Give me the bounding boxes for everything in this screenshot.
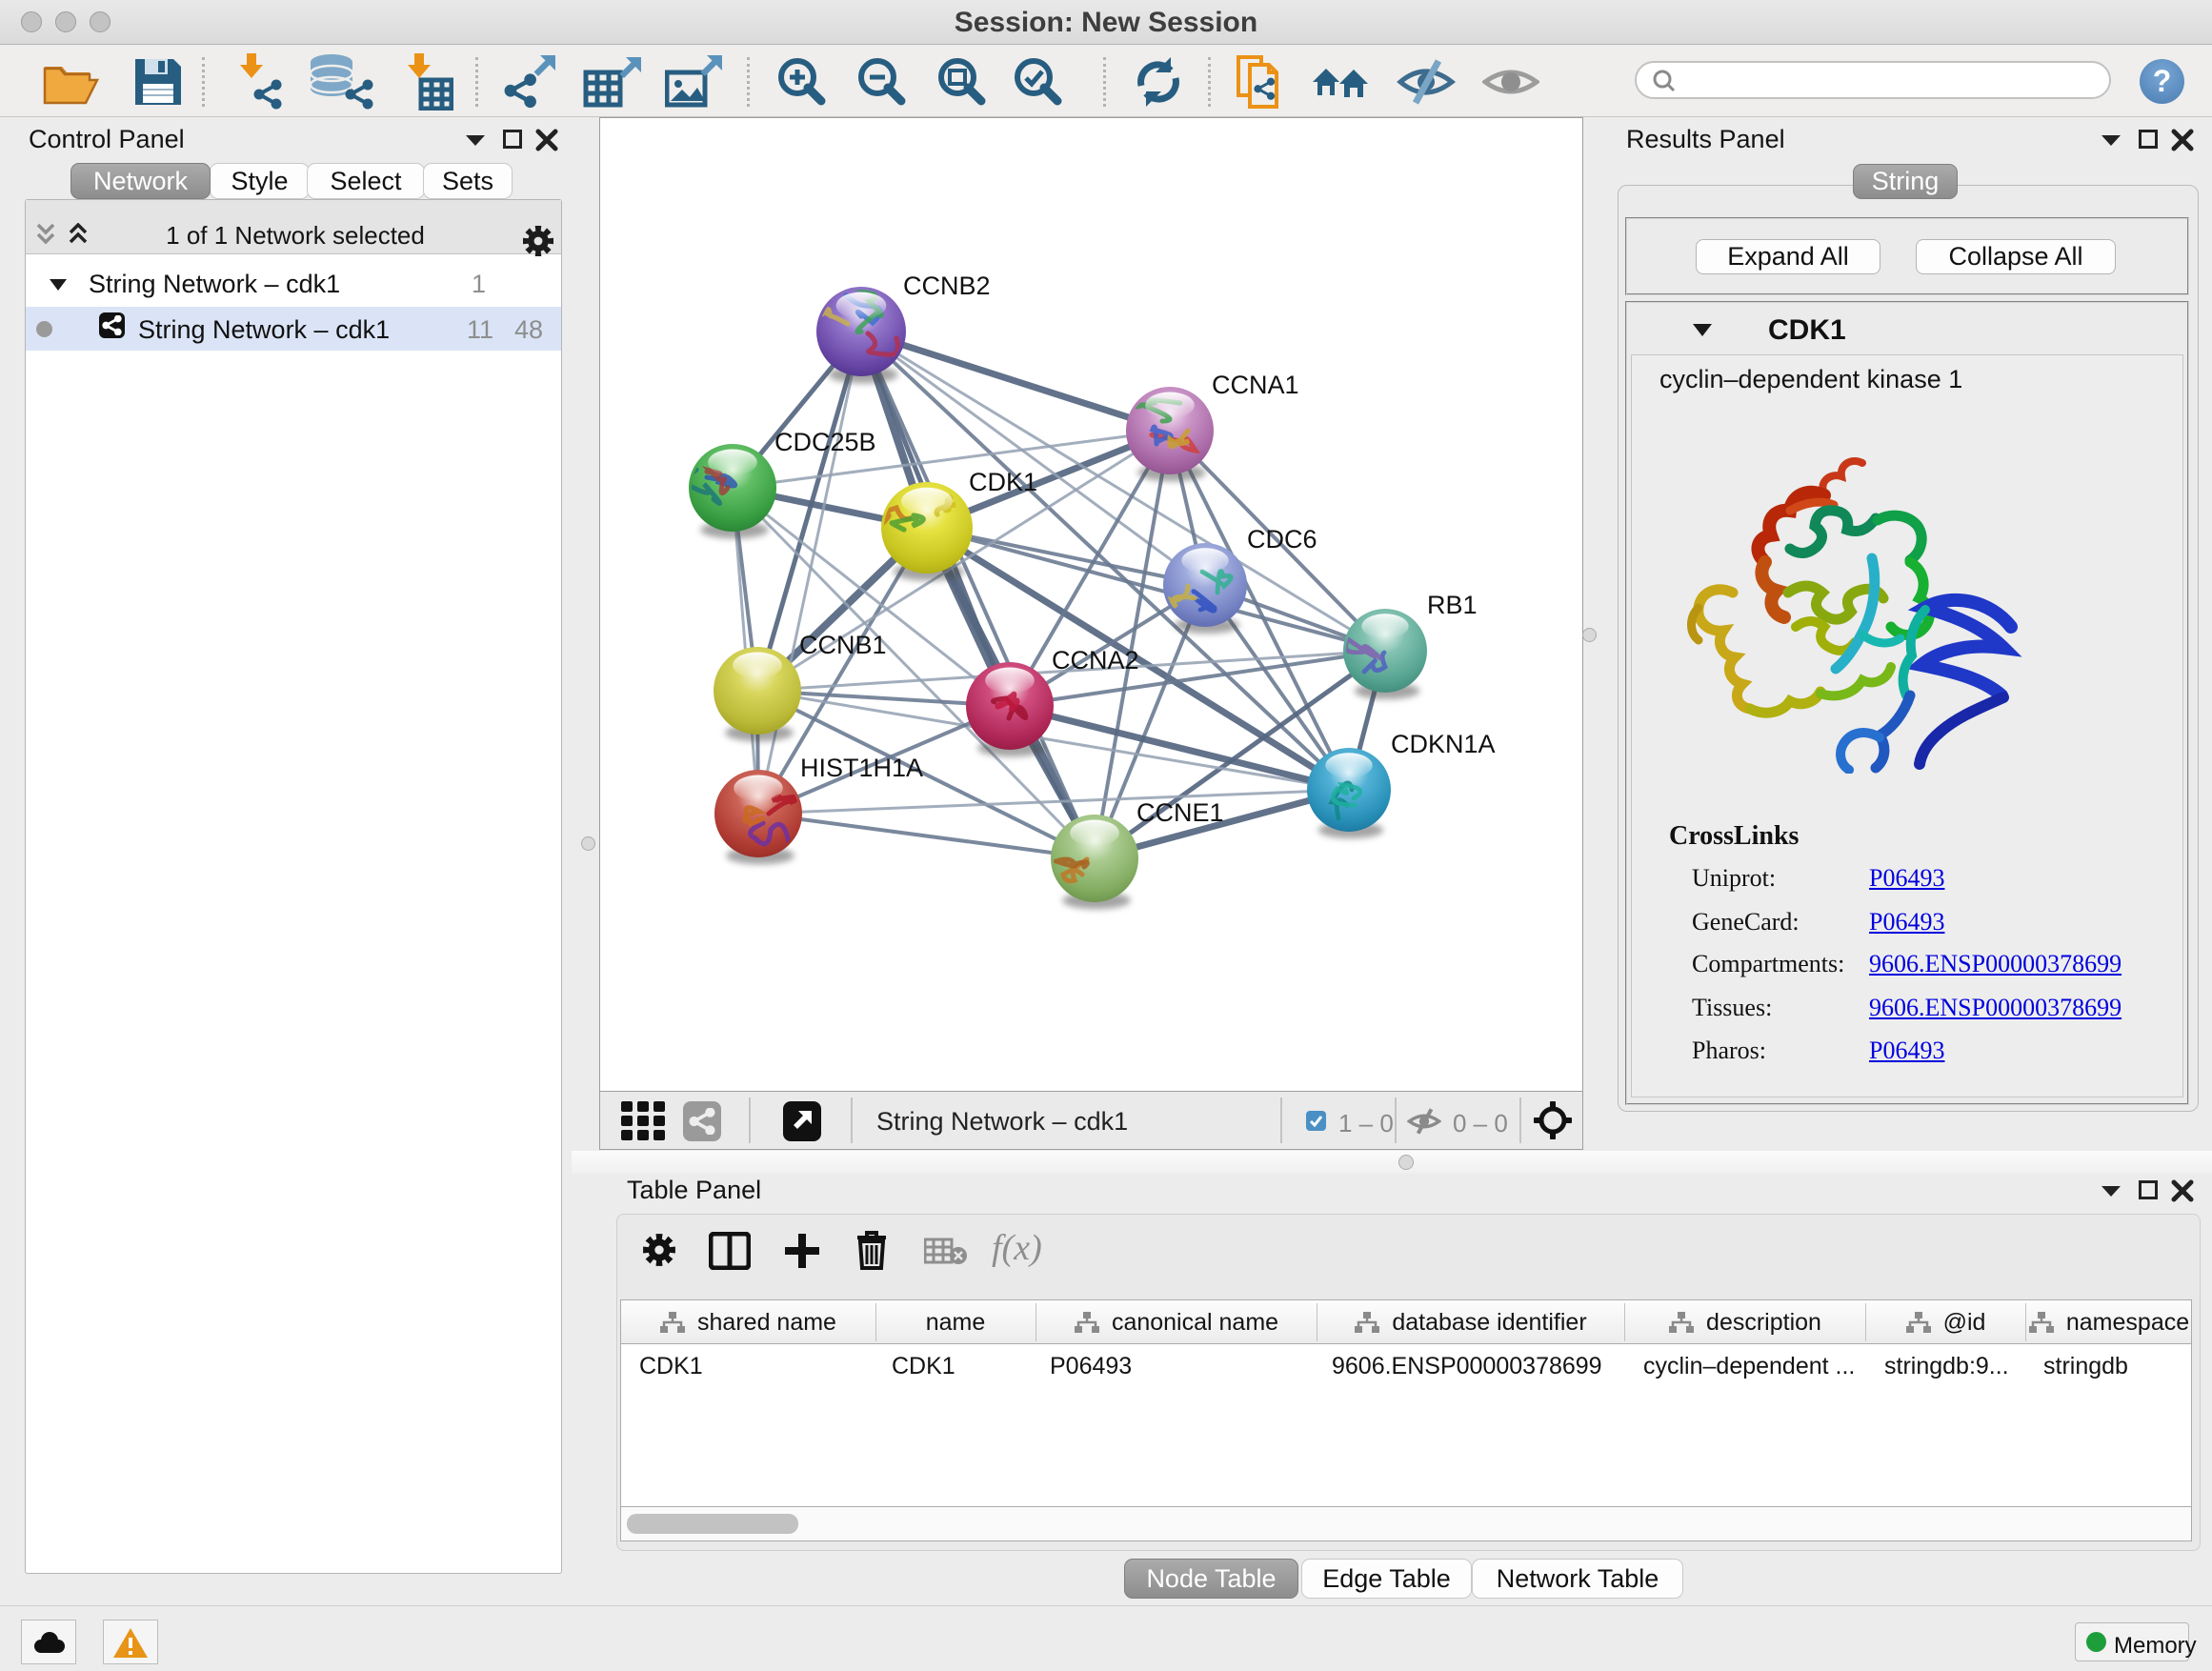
svg-text:CCNB2: CCNB2 bbox=[903, 272, 991, 300]
svg-text:CCNA2: CCNA2 bbox=[1052, 646, 1139, 674]
svg-text:CDK1: CDK1 bbox=[969, 468, 1037, 496]
svg-text:CDKN1A: CDKN1A bbox=[1391, 730, 1496, 758]
svg-text:CDC6: CDC6 bbox=[1247, 525, 1317, 554]
svg-text:CDC25B: CDC25B bbox=[774, 428, 876, 456]
svg-text:CCNB1: CCNB1 bbox=[799, 631, 887, 659]
svg-text:HIST1H1A: HIST1H1A bbox=[800, 754, 923, 782]
svg-text:CCNA1: CCNA1 bbox=[1212, 371, 1299, 399]
svg-text:CCNE1: CCNE1 bbox=[1136, 798, 1224, 827]
svg-text:RB1: RB1 bbox=[1427, 591, 1478, 619]
